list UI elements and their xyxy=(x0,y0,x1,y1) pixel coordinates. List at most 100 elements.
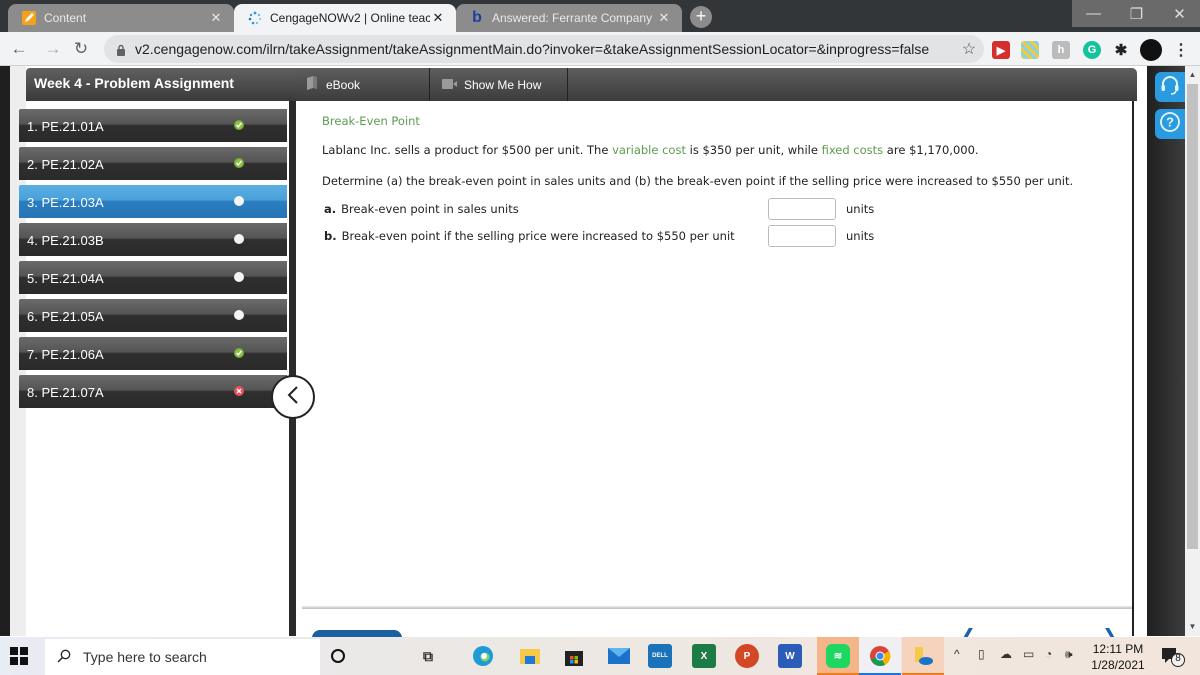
question-item-4[interactable]: 4. PE.21.03B xyxy=(19,223,287,256)
file-explorer-icon[interactable] xyxy=(518,644,542,668)
question-label: 3. PE.21.03A xyxy=(27,195,104,210)
pencil-icon xyxy=(22,11,36,25)
open-status-dot-icon xyxy=(234,272,244,282)
question-label: 6. PE.21.05A xyxy=(27,309,104,324)
address-bar[interactable]: v2.cengagenow.com/ilrn/takeAssignment/ta… xyxy=(104,35,984,63)
scrollbar-thumb[interactable] xyxy=(1187,84,1198,549)
part-b-label: b. Break-even point if the selling price … xyxy=(324,229,735,243)
onedrive-cloud-icon[interactable]: ☁ xyxy=(1000,647,1012,661)
headset-icon xyxy=(1159,74,1181,101)
back-arrow-icon[interactable]: ← xyxy=(8,38,30,60)
grid-extension-icon[interactable] xyxy=(1021,41,1039,59)
minimize-button[interactable]: — xyxy=(1072,0,1115,27)
utility-rail xyxy=(1147,66,1185,636)
part-b-unit: units xyxy=(846,229,875,243)
volume-icon[interactable]: 🕪 xyxy=(1065,647,1073,662)
check-status-icon xyxy=(234,348,244,358)
powerpoint-icon[interactable]: P xyxy=(735,644,759,668)
task-view-icon[interactable]: ⧉ xyxy=(416,644,440,668)
help-button[interactable]: ? xyxy=(1155,109,1185,139)
assignment-page: Week 4 - Problem Assignment 1. PE.21.01A… xyxy=(0,66,1185,638)
search-icon xyxy=(57,649,71,666)
question-label: 1. PE.21.01A xyxy=(27,119,104,134)
menu-kebab-icon[interactable]: ⋮ xyxy=(1172,41,1190,59)
hypothesis-icon[interactable]: h xyxy=(1052,41,1070,59)
tab-bartleby[interactable]: b Answered: Ferrante Company sel ✕ xyxy=(456,4,682,32)
x-status-icon xyxy=(234,386,244,396)
support-headset-button[interactable] xyxy=(1155,72,1185,102)
glossary-term-fixed-costs[interactable]: fixed costs xyxy=(822,143,884,157)
restore-button[interactable]: ❐ xyxy=(1115,0,1158,27)
excel-icon[interactable]: X xyxy=(692,644,716,668)
content-divider xyxy=(302,606,1132,609)
ebook-button[interactable]: eBook xyxy=(296,68,430,101)
wifi-icon[interactable]: ◔ xyxy=(1045,647,1052,661)
glossary-term-variable-cost[interactable]: variable cost xyxy=(612,143,686,157)
meet-now-icon[interactable]: ▯ xyxy=(978,647,985,661)
media-forward-icon[interactable]: ▶ xyxy=(992,41,1010,59)
tab-content[interactable]: Content ✕ xyxy=(8,4,234,32)
windows-start-icon[interactable] xyxy=(10,647,28,665)
question-item-5[interactable]: 5. PE.21.04A xyxy=(19,261,287,294)
open-status-dot-icon xyxy=(234,234,244,244)
word-icon[interactable]: W xyxy=(778,644,802,668)
system-clock[interactable]: 12:11 PM 1/28/2021 xyxy=(1090,641,1146,673)
grammarly-icon[interactable]: G xyxy=(1083,41,1101,59)
close-tab-icon[interactable]: ✕ xyxy=(208,10,224,26)
part-a-unit: units xyxy=(846,202,875,216)
question-label: 4. PE.21.03B xyxy=(27,233,104,248)
dell-icon[interactable]: DELL xyxy=(648,644,672,668)
forward-arrow-icon[interactable]: → xyxy=(42,38,64,60)
tab-cengagenow[interactable]: CengageNOWv2 | Online teachin ✕ xyxy=(234,4,456,32)
profile-avatar[interactable] xyxy=(1140,39,1162,61)
assignment-title: Week 4 - Problem Assignment xyxy=(26,68,298,101)
close-window-button[interactable]: ✕ xyxy=(1158,0,1200,27)
battery-icon[interactable]: ▭ xyxy=(1023,647,1034,661)
puzzle-icon[interactable]: ✱ xyxy=(1112,41,1130,59)
problem-content: Break-Even Point Lablanc Inc. sells a pr… xyxy=(296,101,1134,636)
question-item-1[interactable]: 1. PE.21.01A xyxy=(19,109,287,142)
question-item-8[interactable]: 8. PE.21.07A xyxy=(19,375,287,408)
reload-icon[interactable]: ↻ xyxy=(70,38,92,60)
bookmark-star-icon[interactable]: ☆ xyxy=(954,39,984,59)
question-label: 5. PE.21.04A xyxy=(27,271,104,286)
lock-icon xyxy=(116,43,126,56)
help-question-icon: ? xyxy=(1159,111,1181,138)
question-item-7[interactable]: 7. PE.21.06A xyxy=(19,337,287,370)
taskbar-search-box[interactable]: Type here to search xyxy=(45,639,320,675)
store-icon[interactable] xyxy=(562,644,586,668)
video-camera-icon xyxy=(442,78,458,92)
browser-toolbar: ← → ↻ v2.cengagenow.com/ilrn/takeAssignm… xyxy=(0,32,1200,66)
cortana-icon[interactable] xyxy=(326,644,350,668)
scroll-down-arrow-icon[interactable]: ▼ xyxy=(1185,620,1200,634)
svg-text:?: ? xyxy=(1166,114,1174,129)
notification-center-button[interactable]: 8 xyxy=(1160,646,1186,668)
question-item-2[interactable]: 2. PE.21.02A xyxy=(19,147,287,180)
collapse-sidebar-button[interactable] xyxy=(271,375,315,419)
open-status-dot-icon xyxy=(234,310,244,320)
close-tab-icon[interactable]: ✕ xyxy=(656,10,672,26)
show-me-how-button[interactable]: Show Me How xyxy=(430,68,568,101)
chrome-icon[interactable] xyxy=(868,644,892,668)
mail-icon[interactable] xyxy=(607,644,631,668)
content-frame-border xyxy=(289,101,296,636)
close-tab-icon[interactable]: ✕ xyxy=(430,10,446,26)
question-label: 8. PE.21.07A xyxy=(27,385,104,400)
open-status-dot-icon xyxy=(234,196,244,206)
question-item-3[interactable]: 3. PE.21.03A xyxy=(19,185,287,218)
part-b-answer-input[interactable] xyxy=(768,225,836,247)
scroll-up-arrow-icon[interactable]: ▲ xyxy=(1185,68,1200,82)
url-text[interactable]: v2.cengagenow.com/ilrn/takeAssignment/ta… xyxy=(135,41,954,57)
edge-icon[interactable] xyxy=(471,644,495,668)
new-tab-button[interactable]: + xyxy=(690,6,712,28)
question-label: 7. PE.21.06A xyxy=(27,347,104,362)
left-edge-bar xyxy=(0,66,10,636)
spotify-icon[interactable]: ≋ xyxy=(826,644,850,668)
tray-overflow-icon[interactable]: ^ xyxy=(954,647,960,661)
part-a-answer-input[interactable] xyxy=(768,198,836,220)
bartleby-b-icon: b xyxy=(472,9,482,26)
question-item-6[interactable]: 6. PE.21.05A xyxy=(19,299,287,332)
resource-toolbar: eBook Show Me How xyxy=(296,68,1137,101)
chevron-left-icon xyxy=(285,385,301,410)
onedrive-folder-icon[interactable] xyxy=(911,644,935,668)
